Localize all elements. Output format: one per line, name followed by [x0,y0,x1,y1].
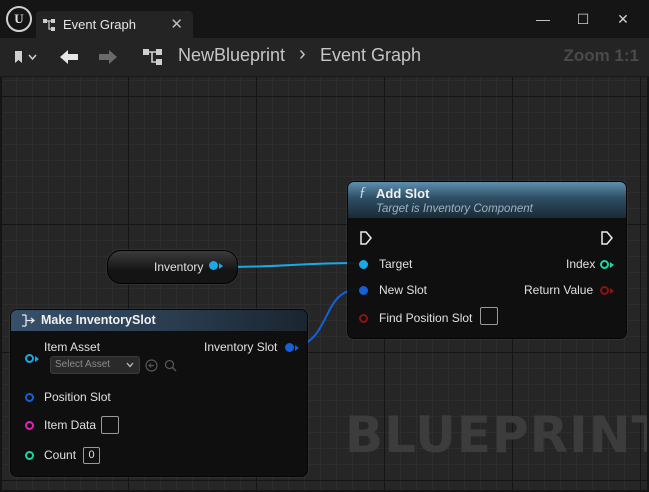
back-button[interactable] [56,46,82,68]
inventory-variable-node[interactable]: Inventory [107,250,238,284]
breadcrumb-event-graph[interactable]: Event Graph [320,45,421,66]
index-pin[interactable] [600,260,609,269]
bookmark-icon [15,51,37,63]
make-inventory-slot-node[interactable]: Make InventorySlot Item Asset Select Ass… [10,309,308,477]
pin-arrow-icon [610,288,614,294]
new-slot-pin[interactable] [359,286,368,295]
minimize-button[interactable]: — [528,8,558,30]
make-node-header: Make InventorySlot [11,310,307,331]
close-window-button[interactable]: ✕ [608,8,638,30]
use-selected-asset-icon[interactable] [145,359,158,372]
add-slot-subtitle: Target is Inventory Component [376,203,533,215]
position-slot-label: Position Slot [44,390,111,404]
return-value-label: Return Value [524,283,594,297]
new-slot-label: New Slot [379,283,428,297]
inventory-slot-output-pin[interactable] [285,343,294,352]
select-asset-text: Select Asset [55,359,111,370]
inventory-slot-output-label: Inventory Slot [204,340,278,354]
graph-icon [140,46,166,68]
exec-output-icon[interactable] [600,231,614,245]
item-data-checkbox[interactable] [101,416,119,434]
add-slot-title: Add Slot [376,186,430,201]
inventory-label: Inventory [154,260,204,274]
tab-title: Event Graph [63,17,136,32]
add-slot-node[interactable]: ƒ Add Slot Target is Inventory Component… [347,181,627,339]
pin-arrow-icon [610,262,614,268]
close-tab-icon[interactable]: ✕ [170,15,183,33]
item-asset-label: Item Asset [44,340,101,354]
make-struct-icon [22,314,35,327]
make-node-title: Make InventorySlot [41,313,156,327]
count-input[interactable]: 0 [83,447,100,464]
toolbar: NewBlueprint › Event Graph Zoom 1:1 [0,38,649,77]
select-asset-dropdown[interactable]: Select Asset [50,356,140,374]
count-pin[interactable] [25,451,34,460]
pin-arrow-icon [219,263,223,269]
pin-arrow-icon [295,345,299,351]
arrow-left-icon [60,50,78,64]
browse-asset-search-icon[interactable] [164,359,177,372]
add-slot-header: ƒ Add Slot Target is Inventory Component [348,182,626,218]
find-position-slot-checkbox[interactable] [480,307,498,325]
item-asset-pin[interactable] [25,354,34,363]
function-icon: ƒ [359,185,366,200]
exec-input-icon[interactable] [359,231,373,245]
position-slot-pin[interactable] [25,393,34,402]
tab-event-graph[interactable]: Event Graph ✕ [36,11,193,38]
target-pin[interactable] [359,260,368,269]
wire-inventory-target [221,262,363,268]
breadcrumb-separator: › [299,43,306,65]
item-data-pin[interactable] [25,421,34,430]
unreal-logo-icon[interactable]: U [6,6,32,32]
inventory-output-pin[interactable] [209,261,218,270]
forward-button[interactable] [95,46,121,68]
chevron-down-icon [126,362,134,368]
graph-canvas[interactable]: BLUEPRINT Inventory ƒ Add Slot Target is… [2,77,647,490]
maximize-button[interactable]: ☐ [568,8,598,30]
index-label: Index [566,257,596,271]
arrow-right-icon [99,50,117,64]
zoom-level: Zoom 1:1 [563,46,639,65]
breadcrumb-blueprint[interactable]: NewBlueprint [178,45,285,66]
return-value-pin[interactable] [600,286,609,295]
count-label: Count [44,448,77,462]
find-position-slot-label: Find Position Slot [379,311,473,325]
target-label: Target [379,257,413,271]
title-bar: U Event Graph ✕ — ☐ ✕ [0,0,649,38]
graph-icon [43,19,55,31]
item-data-label: Item Data [44,418,97,432]
find-position-slot-pin[interactable] [359,314,368,323]
pin-arrow-icon [35,356,39,362]
bookmark-menu-button[interactable] [8,46,44,68]
